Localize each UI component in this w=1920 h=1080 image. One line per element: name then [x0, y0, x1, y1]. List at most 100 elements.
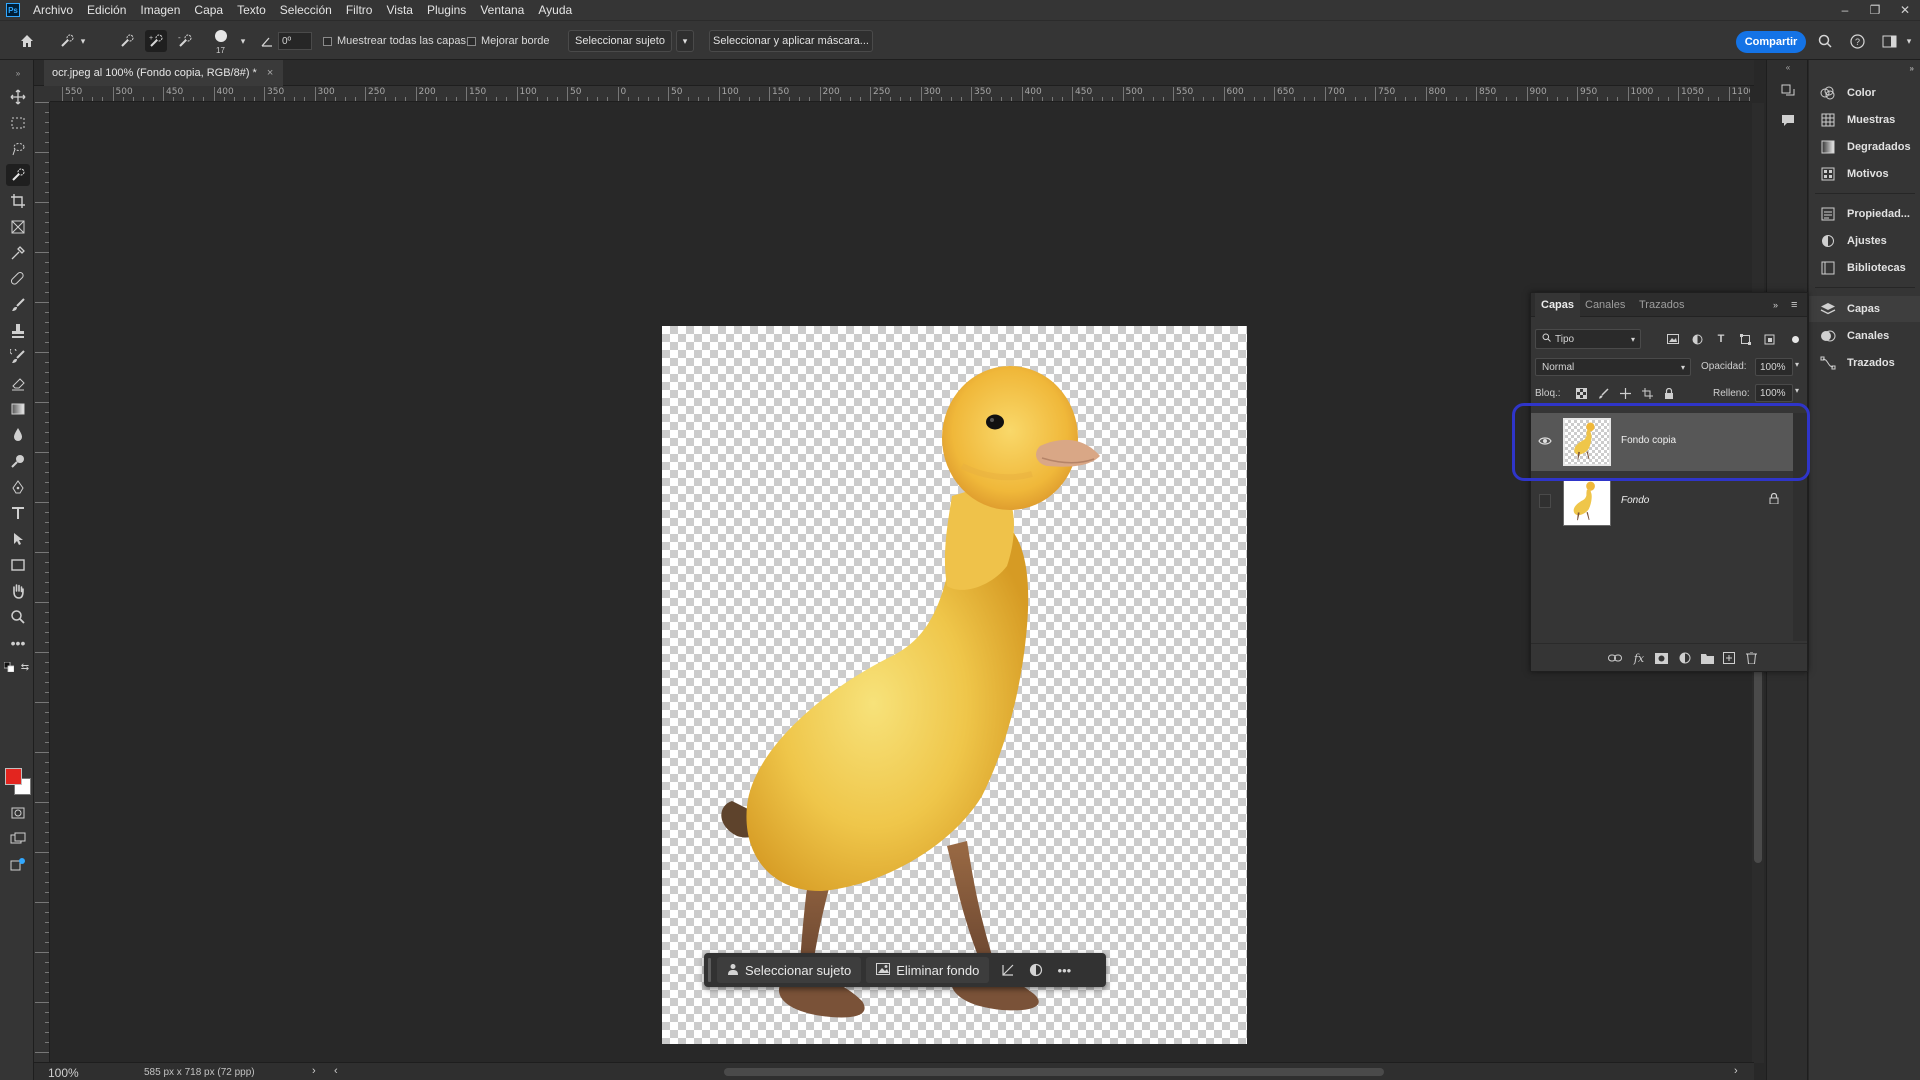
- more-options-icon[interactable]: •••: [1050, 957, 1078, 983]
- enhance-edge-option[interactable]: Mejorar borde: [467, 31, 549, 51]
- dock-properties[interactable]: Propiedad...: [1809, 201, 1920, 227]
- hand-tool-icon[interactable]: [6, 580, 30, 602]
- screen-mode-icon[interactable]: [6, 828, 30, 850]
- workspace-icon[interactable]: [1878, 30, 1900, 52]
- sample-all-layers-option[interactable]: Muestrear todas las capas: [323, 31, 466, 51]
- add-mask-icon[interactable]: [1651, 649, 1671, 667]
- more-tools-icon[interactable]: •••: [6, 632, 30, 654]
- type-tool-icon[interactable]: [6, 502, 30, 524]
- brush-options-chevron-icon[interactable]: ▾: [232, 30, 254, 52]
- filter-shape-icon[interactable]: [1735, 329, 1755, 349]
- frame-tool-icon[interactable]: [6, 216, 30, 238]
- tab-channels[interactable]: Canales: [1579, 293, 1631, 317]
- help-icon[interactable]: ?: [1846, 30, 1868, 52]
- lasso-tool-icon[interactable]: [6, 138, 30, 160]
- delete-layer-icon[interactable]: [1741, 649, 1761, 667]
- blur-tool-icon[interactable]: [6, 424, 30, 446]
- search-icon[interactable]: [1814, 30, 1836, 52]
- add-to-selection-icon[interactable]: +: [145, 30, 167, 52]
- opacity-input[interactable]: 100%: [1755, 358, 1793, 376]
- dock-adjustments[interactable]: Ajustes: [1809, 228, 1920, 254]
- sample-all-layers-checkbox[interactable]: [323, 36, 332, 46]
- enhance-edge-checkbox[interactable]: [467, 36, 476, 46]
- layer-row-fondo[interactable]: Fondo: [1531, 473, 1793, 531]
- blend-mode-select[interactable]: Normal ▾: [1535, 358, 1691, 376]
- chevron-down-icon[interactable]: ▾: [72, 30, 94, 52]
- scroll-right-icon[interactable]: ›: [1734, 1065, 1738, 1077]
- menu-filtro[interactable]: Filtro: [339, 3, 380, 17]
- crop-tool-icon[interactable]: [6, 190, 30, 212]
- angle-input[interactable]: 0º: [278, 32, 312, 50]
- history-brush-tool-icon[interactable]: [6, 346, 30, 368]
- rectangle-tool-icon[interactable]: [6, 554, 30, 576]
- lock-transparent-pixels-icon[interactable]: [1571, 383, 1591, 403]
- menu-archivo[interactable]: Archivo: [26, 3, 80, 17]
- move-tool-icon[interactable]: [6, 86, 30, 108]
- tab-layers[interactable]: Capas: [1535, 293, 1581, 317]
- expand-strip-icon[interactable]: «: [1777, 62, 1799, 72]
- close-tab-icon[interactable]: ×: [267, 67, 273, 79]
- healing-brush-tool-icon[interactable]: [6, 268, 30, 290]
- link-layers-icon[interactable]: [1605, 649, 1625, 667]
- new-group-icon[interactable]: [1697, 649, 1717, 667]
- dock-color[interactable]: Color: [1809, 80, 1920, 106]
- select-subject-dropdown-icon[interactable]: ▾: [676, 30, 694, 52]
- scroll-left-icon[interactable]: ‹: [334, 1065, 338, 1077]
- brush-size-preview-icon[interactable]: [210, 25, 232, 47]
- layer-style-fx-icon[interactable]: fx: [1629, 649, 1649, 667]
- transform-selection-icon[interactable]: [994, 957, 1022, 983]
- menu-seleccion[interactable]: Selección: [273, 3, 339, 17]
- quick-selection-tool-icon[interactable]: [6, 164, 30, 186]
- zoom-level[interactable]: 100%: [48, 1066, 79, 1080]
- restore-button[interactable]: ❐: [1860, 0, 1890, 20]
- menu-ventana[interactable]: Ventana: [473, 3, 531, 17]
- remove-background-button[interactable]: Eliminar fondo: [866, 957, 990, 983]
- menu-imagen[interactable]: Imagen: [133, 3, 187, 17]
- vertical-scrollbar-thumb[interactable]: [1754, 663, 1762, 863]
- panel-collapse-icon[interactable]: »: [1767, 293, 1784, 317]
- status-expand-icon[interactable]: ›: [312, 1065, 316, 1077]
- pen-tool-icon[interactable]: [6, 476, 30, 498]
- lock-position-icon[interactable]: [1615, 383, 1635, 403]
- menu-ayuda[interactable]: Ayuda: [531, 3, 579, 17]
- quick-mask-icon[interactable]: [6, 802, 30, 824]
- zoom-tool-icon[interactable]: [6, 606, 30, 628]
- menu-edicion[interactable]: Edición: [80, 3, 133, 17]
- dock-swatches[interactable]: Muestras: [1809, 107, 1920, 133]
- new-adjustment-layer-icon[interactable]: [1675, 649, 1695, 667]
- filter-smart-object-icon[interactable]: [1759, 329, 1779, 349]
- path-selection-tool-icon[interactable]: [6, 528, 30, 550]
- layer-name[interactable]: Fondo: [1621, 495, 1649, 506]
- home-icon[interactable]: [16, 30, 38, 52]
- adjustment-layer-icon[interactable]: [1022, 957, 1050, 983]
- subtract-from-selection-icon[interactable]: -: [174, 30, 196, 52]
- opacity-chevron-icon[interactable]: ▾: [1795, 360, 1799, 369]
- horizontal-ruler[interactable]: 550 500 450 400 350 300 250 200 150 100 50 0 50 100 15…: [50, 86, 1750, 102]
- menu-vista[interactable]: Vista: [379, 3, 419, 17]
- swap-colors-icon[interactable]: ⇆: [18, 660, 32, 674]
- menu-plugins[interactable]: Plugins: [420, 3, 473, 17]
- vertical-ruler[interactable]: [34, 102, 50, 1067]
- menu-capa[interactable]: Capa: [187, 3, 230, 17]
- marquee-tool-icon[interactable]: [6, 112, 30, 134]
- new-layer-icon[interactable]: [1719, 649, 1739, 667]
- visibility-toggle-off[interactable]: [1539, 494, 1551, 508]
- workspace-chevron-icon[interactable]: ▾: [1898, 30, 1920, 52]
- task-bar-grip-handle[interactable]: [708, 958, 711, 982]
- filter-type-icon[interactable]: T: [1711, 329, 1731, 349]
- gradient-tool-icon[interactable]: [6, 398, 30, 420]
- lock-image-pixels-icon[interactable]: [1593, 383, 1613, 403]
- eyedropper-tool-icon[interactable]: [6, 242, 30, 264]
- lock-artboard-icon[interactable]: [1637, 383, 1657, 403]
- eraser-tool-icon[interactable]: [6, 372, 30, 394]
- close-window-button[interactable]: ✕: [1890, 0, 1920, 20]
- dock-gradients[interactable]: Degradados: [1809, 134, 1920, 160]
- select-subject-button[interactable]: Seleccionar sujeto: [568, 30, 672, 52]
- document-canvas[interactable]: [662, 326, 1247, 1044]
- horizontal-scrollbar-thumb[interactable]: [724, 1068, 1384, 1076]
- task-bar-select-subject-button[interactable]: Seleccionar sujeto: [717, 957, 862, 983]
- filter-pixel-icon[interactable]: [1663, 329, 1683, 349]
- history-panel-icon[interactable]: [1777, 80, 1799, 102]
- fill-chevron-icon[interactable]: ▾: [1795, 386, 1799, 395]
- new-selection-icon[interactable]: [116, 30, 138, 52]
